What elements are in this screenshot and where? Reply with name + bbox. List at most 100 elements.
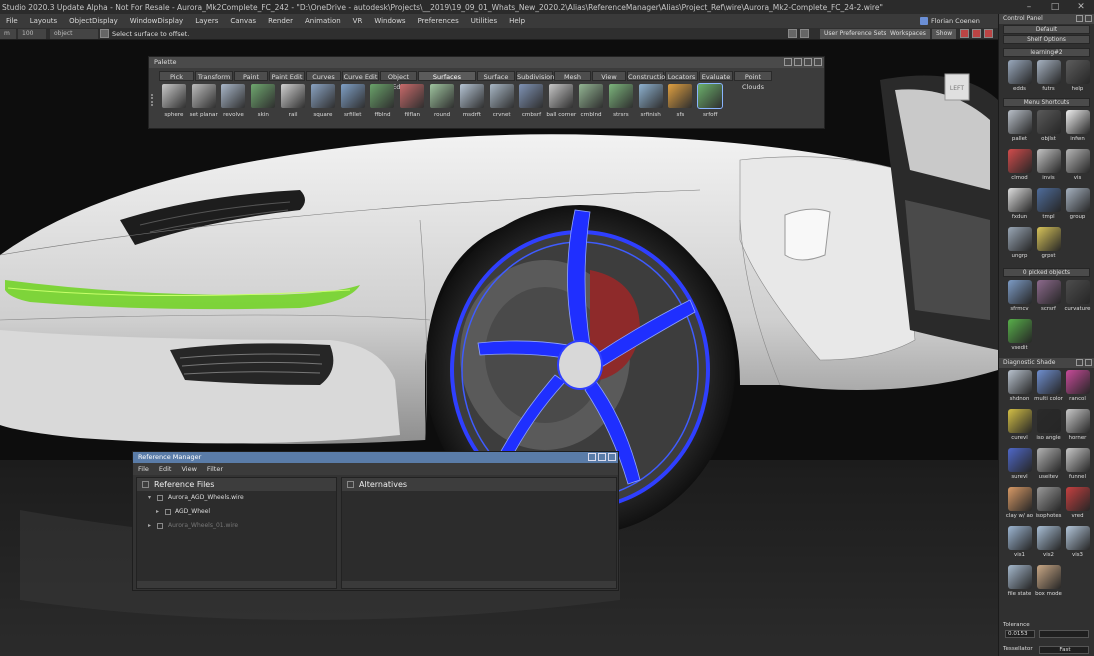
reference-row[interactable]: ▸ AGD_Wheel (137, 505, 336, 519)
refman-menu-edit[interactable]: Edit (154, 465, 177, 473)
shelf-item-fxdun[interactable]: fxdun (1005, 186, 1034, 225)
tab-point-clouds[interactable]: Point Clouds (734, 71, 772, 91)
refman-menu-view[interactable]: View (176, 465, 201, 473)
default-dropdown[interactable]: Default (1003, 25, 1090, 34)
shelf-item-vis[interactable]: vis (1063, 147, 1092, 186)
tool-sfs[interactable]: sfs (666, 84, 696, 118)
palette-window[interactable]: Palette Pick Transform Paint Paint Edit … (148, 56, 825, 129)
tolerance-input[interactable]: 0.0153 (1005, 630, 1035, 638)
menu-help[interactable]: Help (503, 17, 531, 25)
menu-preferences[interactable]: Preferences (412, 17, 465, 25)
shelf-item-invis[interactable]: invis (1034, 147, 1063, 186)
palette-float-icon[interactable] (794, 58, 802, 66)
tab-surfaces[interactable]: Surfaces (418, 71, 476, 81)
palette-collapse-icon[interactable] (804, 58, 812, 66)
tool-srfoff[interactable]: srfoff (695, 83, 725, 118)
vcr-icon-2[interactable] (972, 29, 981, 38)
shelf-item-isophotes[interactable]: isophotes (1034, 485, 1063, 524)
menu-file[interactable]: File (0, 17, 24, 25)
tab-construction[interactable]: Construction (627, 71, 669, 81)
shelf-item-curevl[interactable]: curevl (1005, 407, 1034, 446)
tool-ball-corner[interactable]: ball corner (546, 84, 576, 118)
menu-render[interactable]: Render (262, 17, 299, 25)
tool-sphere[interactable]: sphere (159, 84, 189, 118)
tool-ffblnd[interactable]: ffblnd (368, 84, 398, 118)
shelf-item-group[interactable]: group (1063, 186, 1092, 225)
menu-layers[interactable]: Layers (189, 17, 224, 25)
shelf-item-help[interactable]: help (1063, 58, 1092, 97)
reference-row[interactable]: ▾ Aurora_AGD_Wheels.wire (137, 491, 336, 505)
minimize-button[interactable]: – (1016, 0, 1042, 14)
tool-filflan[interactable]: filflan (397, 84, 427, 118)
menu-animation[interactable]: Animation (299, 17, 347, 25)
vcr-icon-1[interactable] (960, 29, 969, 38)
shelf-item-scrsrf[interactable]: scrsrf (1034, 278, 1063, 317)
shelf-options-button[interactable]: Shelf Options (1003, 35, 1090, 44)
tool-round[interactable]: round (427, 84, 457, 118)
shelf-item-tmpl[interactable]: tmpl (1034, 186, 1063, 225)
shelf-item-objlst[interactable]: objlst (1034, 108, 1063, 147)
tool-square[interactable]: square (308, 84, 338, 118)
shelf-item-futrs[interactable]: futrs (1034, 58, 1063, 97)
alternatives-pane[interactable]: Alternatives (341, 477, 617, 589)
tool-set-planar[interactable]: set planar (189, 84, 219, 118)
shelf-item-horner[interactable]: horner (1063, 407, 1092, 446)
alternatives-scrollbar[interactable] (342, 581, 616, 588)
tab-object-edit[interactable]: Object Edit (380, 71, 417, 91)
menu-layouts[interactable]: Layouts (24, 17, 63, 25)
diag-close-icon[interactable] (1085, 359, 1092, 366)
palette-header[interactable]: Palette (149, 57, 824, 68)
workspaces-button[interactable]: Workspaces (886, 29, 930, 39)
units-field[interactable]: m (0, 29, 16, 39)
tool-crnblnd[interactable]: crnblnd (576, 84, 606, 118)
view-cube-label[interactable]: LEFT (950, 85, 964, 92)
shelf-item-grpst[interactable]: grpst (1034, 225, 1063, 264)
tab-surface-edit[interactable]: Surface Edit (477, 71, 515, 91)
prompt-toggle-icon[interactable] (100, 29, 109, 38)
tool-srfillet[interactable]: srfillet (338, 84, 368, 118)
shelf-item-edds[interactable]: edds (1005, 58, 1034, 97)
reference-manager-header[interactable]: Reference Manager (133, 452, 618, 463)
tool-msdrft[interactable]: msdrft (457, 84, 487, 118)
tab-curve-edit[interactable]: Curve Edit (342, 71, 379, 81)
refman-menu-filter[interactable]: Filter (202, 465, 228, 473)
view-icon-1[interactable] (788, 29, 797, 38)
refman-close-icon[interactable] (608, 453, 616, 461)
panel-float-icon[interactable] (1076, 15, 1083, 22)
palette-pin-icon[interactable] (784, 58, 792, 66)
tool-rail[interactable]: rail (278, 84, 308, 118)
refman-menu-file[interactable]: File (133, 465, 154, 473)
tab-pick[interactable]: Pick (159, 71, 194, 81)
shelf-item-pallet[interactable]: pallet (1005, 108, 1034, 147)
tool-skin[interactable]: skin (248, 84, 278, 118)
expand-toggle-icon[interactable]: ▾ (148, 491, 151, 505)
tab-locators[interactable]: Locators (665, 71, 698, 81)
shelf-item-clay-w-ao[interactable]: clay w/ ao (1005, 485, 1034, 524)
shelf-tab[interactable]: learning#2 (1003, 48, 1090, 57)
diag-float-icon[interactable] (1076, 359, 1083, 366)
palette-grip-icon[interactable] (151, 94, 156, 106)
reference-files-scrollbar[interactable] (137, 581, 336, 588)
tab-subdivision[interactable]: Subdivision (516, 71, 554, 81)
reference-manager-window[interactable]: Reference Manager File Edit View Filter … (132, 451, 619, 591)
shelf-item-vis2[interactable]: vis2 (1034, 524, 1063, 563)
shelf-item-iso-angle[interactable]: iso angle (1034, 407, 1063, 446)
tab-paint-edit[interactable]: Paint Edit (269, 71, 305, 81)
menu-objectdisplay[interactable]: ObjectDisplay (63, 17, 124, 25)
panel-expand-icon[interactable] (1085, 15, 1092, 22)
show-dropdown[interactable]: Show (932, 29, 956, 39)
value-field[interactable]: 100 (18, 29, 46, 39)
shelf-item-vred[interactable]: vred (1063, 485, 1092, 524)
tool-cmbsrf[interactable]: cmbsrf (517, 84, 547, 118)
vcr-icon-3[interactable] (984, 29, 993, 38)
shelf-item-box-mode[interactable]: box mode (1034, 563, 1063, 602)
menu-windowdisplay[interactable]: WindowDisplay (124, 17, 189, 25)
shelf-item-curvature[interactable]: curvature (1063, 278, 1092, 317)
reference-row[interactable]: ▸ Aurora_Wheels_01.wire (137, 519, 336, 533)
shelf-item-clmod[interactable]: clmod (1005, 147, 1034, 186)
tab-mesh[interactable]: Mesh (554, 71, 591, 81)
user-account[interactable]: Florian Coenen (920, 14, 980, 28)
refman-float-icon[interactable] (598, 453, 606, 461)
menu-canvas[interactable]: Canvas (224, 17, 262, 25)
reference-files-pane[interactable]: Reference Files ▾ Aurora_AGD_Wheels.wire… (136, 477, 337, 589)
